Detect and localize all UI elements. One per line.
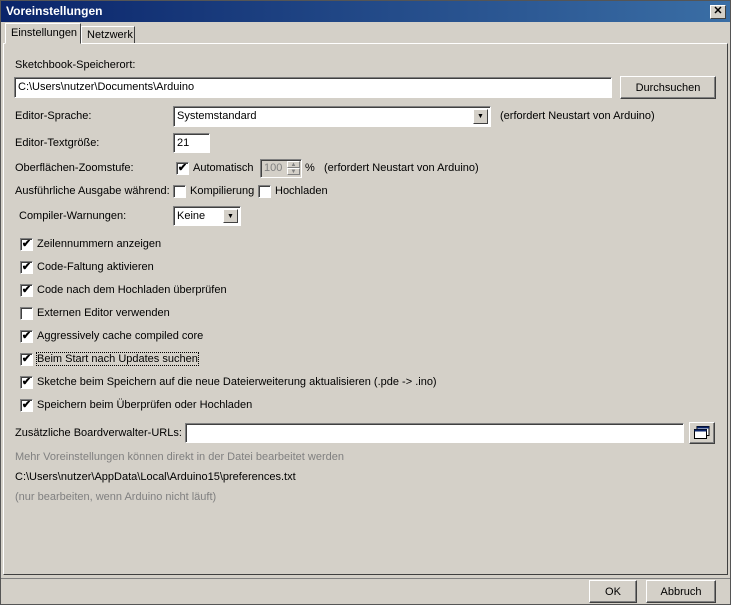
- external-editor-label: Externen Editor verwenden: [37, 307, 170, 319]
- check-updates-checkbox[interactable]: ✔: [20, 353, 33, 366]
- title-bar[interactable]: Voreinstellungen ✕: [1, 1, 730, 22]
- check-updates-label: Beim Start nach Updates suchen: [36, 352, 199, 366]
- editor-language-label: Editor-Sprache:: [15, 110, 92, 122]
- verify-upload-label: Code nach dem Hochladen überprüfen: [37, 284, 227, 296]
- chevron-down-icon[interactable]: ▼: [473, 109, 488, 124]
- warnings-value: Keine: [177, 210, 206, 222]
- zoom-auto-label: Automatisch: [193, 162, 254, 174]
- verbose-compile-checkbox[interactable]: [173, 185, 186, 198]
- zoom-auto-checkbox[interactable]: ✔: [176, 162, 189, 175]
- cache-core-label: Aggressively cache compiled core: [37, 330, 204, 342]
- more-prefs-note: Mehr Voreinstellungen können direkt in d…: [15, 451, 344, 463]
- font-size-input[interactable]: 21: [173, 133, 210, 153]
- code-folding-label: Code-Faltung aktivieren: [37, 261, 154, 273]
- update-extension-label: Sketche beim Speichern auf die neue Date…: [37, 376, 437, 388]
- spin-down-icon[interactable]: ▼: [287, 168, 300, 175]
- edit-note: (nur bearbeiten, wenn Arduino nicht läuf…: [15, 491, 217, 503]
- zoom-label: Oberflächen-Zoomstufe:: [15, 162, 134, 174]
- chevron-down-icon[interactable]: ▼: [223, 209, 238, 223]
- restart-note-language: (erfordert Neustart von Arduino): [500, 110, 655, 122]
- prefs-file-path: C:\Users\nutzer\AppData\Local\Arduino15\…: [15, 471, 296, 483]
- code-folding-checkbox[interactable]: ✔: [20, 261, 33, 274]
- close-button[interactable]: ✕: [710, 5, 726, 19]
- verbose-upload-checkbox[interactable]: [258, 185, 271, 198]
- sketchbook-path-input[interactable]: C:\Users\nutzer\Documents\Arduino: [14, 77, 612, 98]
- window-icon: [694, 426, 710, 439]
- cancel-button[interactable]: Abbruch: [646, 580, 716, 603]
- cache-core-checkbox[interactable]: ✔: [20, 330, 33, 343]
- board-urls-input[interactable]: [185, 423, 684, 443]
- warnings-select[interactable]: Keine ▼: [173, 206, 241, 226]
- ok-button[interactable]: OK: [589, 580, 637, 603]
- tab-einstellungen[interactable]: Einstellungen: [5, 23, 81, 44]
- line-numbers-checkbox[interactable]: ✔: [20, 238, 33, 251]
- verbose-upload-label: Hochladen: [275, 185, 328, 197]
- spin-up-icon[interactable]: ▲: [287, 161, 300, 168]
- board-urls-label: Zusätzliche Boardverwalter-URLs:: [15, 427, 182, 439]
- zoom-unit: %: [305, 162, 315, 174]
- footer-divider: [1, 578, 730, 579]
- verbose-compile-label: Kompilierung: [190, 185, 255, 197]
- external-editor-checkbox[interactable]: [20, 307, 33, 320]
- editor-language-value: Systemstandard: [177, 110, 257, 122]
- board-urls-edit-button[interactable]: [689, 422, 715, 444]
- window-title: Voreinstellungen: [6, 4, 103, 18]
- restart-note-zoom: (erfordert Neustart von Arduino): [324, 162, 479, 174]
- zoom-value: 100: [264, 162, 283, 174]
- save-on-verify-label: Speichern beim Überprüfen oder Hochladen: [37, 399, 253, 411]
- preferences-dialog: Voreinstellungen ✕ Einstellungen Netzwer…: [0, 0, 731, 605]
- sketchbook-label: Sketchbook-Speicherort:: [15, 59, 136, 71]
- font-size-label: Editor-Textgröße:: [15, 137, 100, 149]
- tab-netzwerk[interactable]: Netzwerk: [81, 26, 135, 44]
- zoom-spinner[interactable]: 100 ▲ ▼: [260, 159, 302, 178]
- browse-button[interactable]: Durchsuchen: [620, 76, 716, 99]
- update-extension-checkbox[interactable]: ✔: [20, 376, 33, 389]
- line-numbers-label: Zeilennummern anzeigen: [37, 238, 162, 250]
- verbose-label: Ausführliche Ausgabe während:: [15, 185, 170, 197]
- warnings-label: Compiler-Warnungen:: [19, 210, 127, 222]
- save-on-verify-checkbox[interactable]: ✔: [20, 399, 33, 412]
- verify-upload-checkbox[interactable]: ✔: [20, 284, 33, 297]
- editor-language-select[interactable]: Systemstandard ▼: [173, 106, 491, 127]
